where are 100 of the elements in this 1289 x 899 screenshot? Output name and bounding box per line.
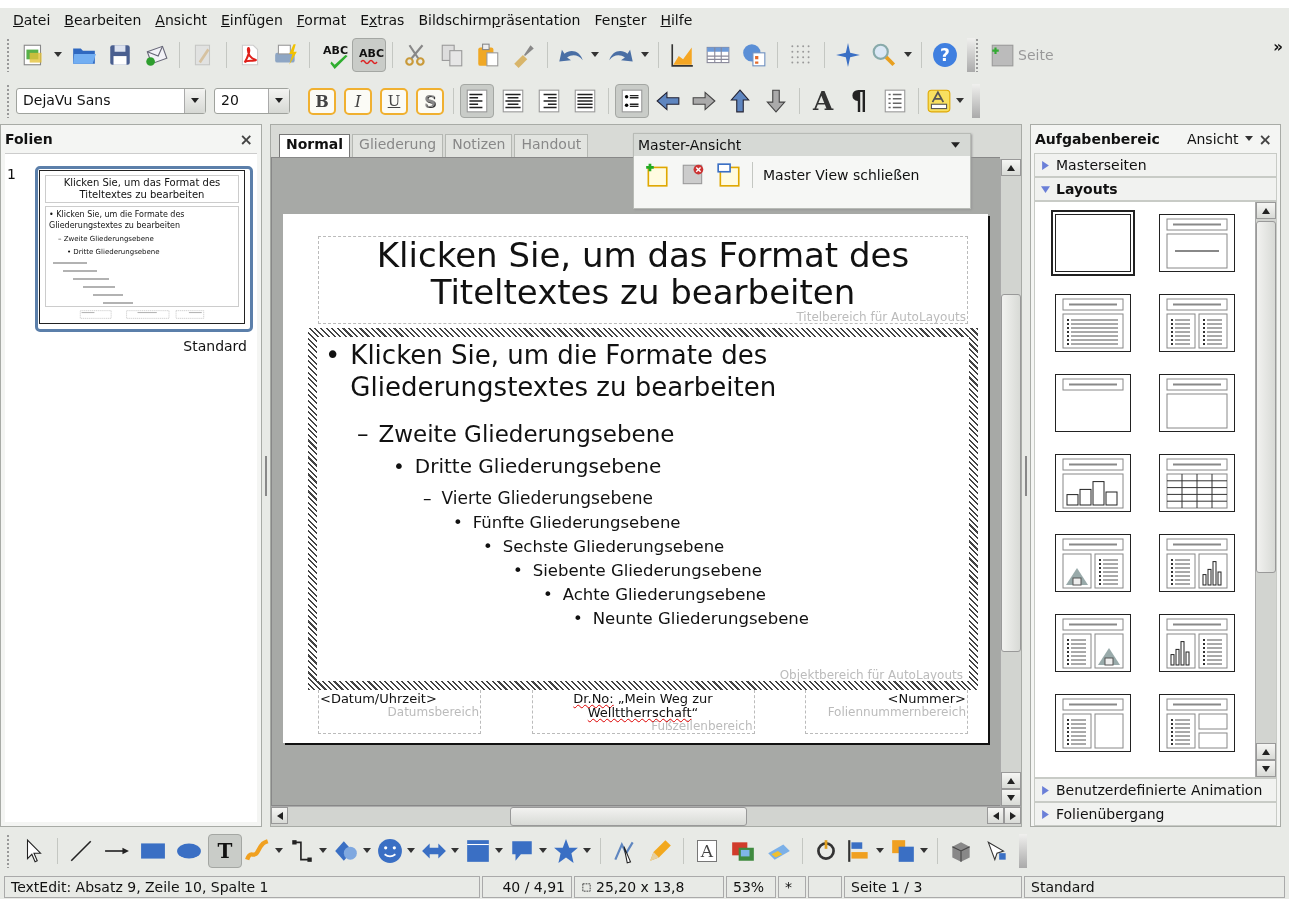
- caret-icon[interactable]: [876, 848, 884, 854]
- caret-icon[interactable]: [363, 848, 371, 854]
- caret-icon[interactable]: [539, 848, 547, 854]
- caret-icon[interactable]: [407, 848, 415, 854]
- footer-placeholder[interactable]: <Datum/Uhrzeit> Datumsbereich: [318, 690, 481, 734]
- close-button[interactable]: ×: [239, 129, 253, 149]
- menu-item[interactable]: Format: [289, 12, 354, 28]
- paragraph-button[interactable]: ¶: [842, 84, 876, 118]
- flowchart-icon: [465, 838, 491, 864]
- fontwork-button[interactable]: A: [690, 834, 724, 868]
- spellcheck-button[interactable]: ABC: [316, 38, 350, 72]
- arrange-icon: [890, 838, 916, 864]
- caret-icon[interactable]: [275, 98, 283, 104]
- text-tool-button[interactable]: T: [208, 834, 242, 868]
- menu-item[interactable]: Ansicht: [148, 12, 214, 28]
- caret-icon[interactable]: [956, 98, 964, 104]
- caret-icon[interactable]: [54, 52, 62, 58]
- section-header[interactable]: Masterseiten: [1034, 153, 1277, 177]
- auto-spellcheck-button[interactable]: ABC: [352, 38, 386, 72]
- caret-icon[interactable]: [641, 52, 649, 58]
- menu-item[interactable]: Extras: [353, 12, 412, 28]
- toolbar-handle[interactable]: [1019, 834, 1027, 868]
- underline-button[interactable]: U: [380, 87, 408, 115]
- font-name-field[interactable]: DejaVu Sans: [16, 88, 206, 114]
- expander-icon[interactable]: [1041, 809, 1050, 819]
- toolbar-grip[interactable]: [975, 38, 979, 72]
- outline-text: Vierte Gliederungsebene: [441, 487, 653, 510]
- bullet: •: [393, 453, 405, 480]
- caret-icon[interactable]: [451, 848, 459, 854]
- rename-master-icon[interactable]: [716, 162, 742, 188]
- italic-button[interactable]: I: [344, 87, 372, 115]
- menu-item[interactable]: Bildschirmpräsentation: [411, 12, 588, 28]
- section-header[interactable]: Layouts: [1034, 177, 1277, 201]
- align-left-button[interactable]: [460, 84, 494, 118]
- toolbar-grip[interactable]: [6, 84, 10, 118]
- expander-icon[interactable]: [1041, 785, 1050, 795]
- scroll-up-icon[interactable]: [1007, 777, 1015, 784]
- scroll-left-icon[interactable]: [276, 811, 283, 820]
- scroll-up-icon[interactable]: [1262, 207, 1270, 214]
- bold-button[interactable]: B: [308, 87, 336, 115]
- bullet: •: [483, 536, 493, 558]
- character-button[interactable]: A: [806, 84, 840, 118]
- overflow-button[interactable]: »: [1273, 38, 1283, 56]
- caret-icon[interactable]: [583, 848, 591, 854]
- status-modified: *: [778, 876, 806, 898]
- section-header[interactable]: Benutzerdefinierte Animation: [1034, 778, 1277, 802]
- expander-icon[interactable]: [1041, 184, 1050, 194]
- caret-icon[interactable]: [191, 98, 199, 104]
- view-menu[interactable]: Ansicht: [1186, 131, 1239, 147]
- status-zoom[interactable]: 53%: [726, 876, 776, 898]
- caret-icon[interactable]: [275, 848, 283, 854]
- scroll-left-icon[interactable]: [992, 811, 999, 820]
- scroll-up-icon[interactable]: [1007, 164, 1015, 171]
- status-field: [808, 876, 842, 898]
- toolbar-handle[interactable]: [972, 84, 980, 118]
- caret-icon[interactable]: [1244, 136, 1253, 142]
- menu-item[interactable]: Einfügen: [214, 12, 290, 28]
- title-placeholder[interactable]: Klicken Sie, um das Format des Titeltextes zu bearbeiten Titelbereich für AutoLayouts: [318, 236, 968, 324]
- vertical-scrollbar[interactable]: [1255, 202, 1276, 777]
- caret-icon[interactable]: [319, 848, 327, 854]
- status-text: TextEdit: Absatz 9, Zeile 10, Spalte 1: [4, 876, 480, 898]
- caret-icon[interactable]: [495, 848, 503, 854]
- menu-item[interactable]: Hilfe: [653, 12, 700, 28]
- footer-placeholder[interactable]: <Nummer> Foliennummernbereich: [805, 690, 968, 734]
- vertical-scrollbar[interactable]: [1000, 159, 1021, 806]
- caret-icon[interactable]: [591, 52, 599, 58]
- outline-text: Siebente Gliederungsebene: [532, 560, 762, 582]
- toolbar-grip[interactable]: [6, 38, 10, 72]
- bullet: •: [543, 584, 553, 606]
- toolbar-handle[interactable]: [967, 38, 975, 72]
- help-button[interactable]: ?: [928, 38, 962, 72]
- footer-text: <Nummer>: [886, 692, 966, 706]
- new-master-icon[interactable]: [644, 162, 670, 188]
- justify-icon: [572, 88, 598, 114]
- menu-item[interactable]: Bearbeiten: [57, 12, 149, 28]
- horizontal-scrollbar[interactable]: [271, 806, 1021, 826]
- scroll-up-icon[interactable]: [1262, 748, 1270, 755]
- scroll-right-icon[interactable]: [1009, 811, 1016, 820]
- down-arrow-icon: [763, 88, 789, 114]
- toolbar-grip[interactable]: [6, 834, 10, 868]
- caret-icon[interactable]: [904, 52, 912, 58]
- align-left-icon: [464, 88, 490, 114]
- close-button[interactable]: ×: [1258, 129, 1272, 149]
- caret-icon[interactable]: [951, 141, 960, 149]
- layout-thumbnail[interactable]: [1051, 210, 1135, 276]
- footer-placeholder[interactable]: Dr.No: „Mein Weg zur Wellttherrschaft“ Fußzeilenbereich: [531, 690, 755, 734]
- view-tab[interactable]: Normal: [279, 134, 351, 158]
- font-size-field[interactable]: 20: [214, 88, 290, 114]
- smiley-icon: [377, 838, 403, 864]
- slide-number: 1: [7, 166, 17, 184]
- caret-icon[interactable]: [920, 848, 928, 854]
- section-header[interactable]: Folienübergang: [1034, 802, 1277, 826]
- scroll-down-icon[interactable]: [1007, 794, 1015, 801]
- scroll-down-icon[interactable]: [1262, 765, 1270, 772]
- close-master-view-button[interactable]: Master View schließen: [763, 167, 920, 183]
- align-center-icon: [500, 88, 526, 114]
- menu-item[interactable]: Datei: [6, 12, 58, 28]
- menu-item[interactable]: Fenster: [587, 12, 654, 28]
- bullet-list-button[interactable]: [615, 84, 649, 118]
- expander-icon[interactable]: [1041, 160, 1050, 170]
